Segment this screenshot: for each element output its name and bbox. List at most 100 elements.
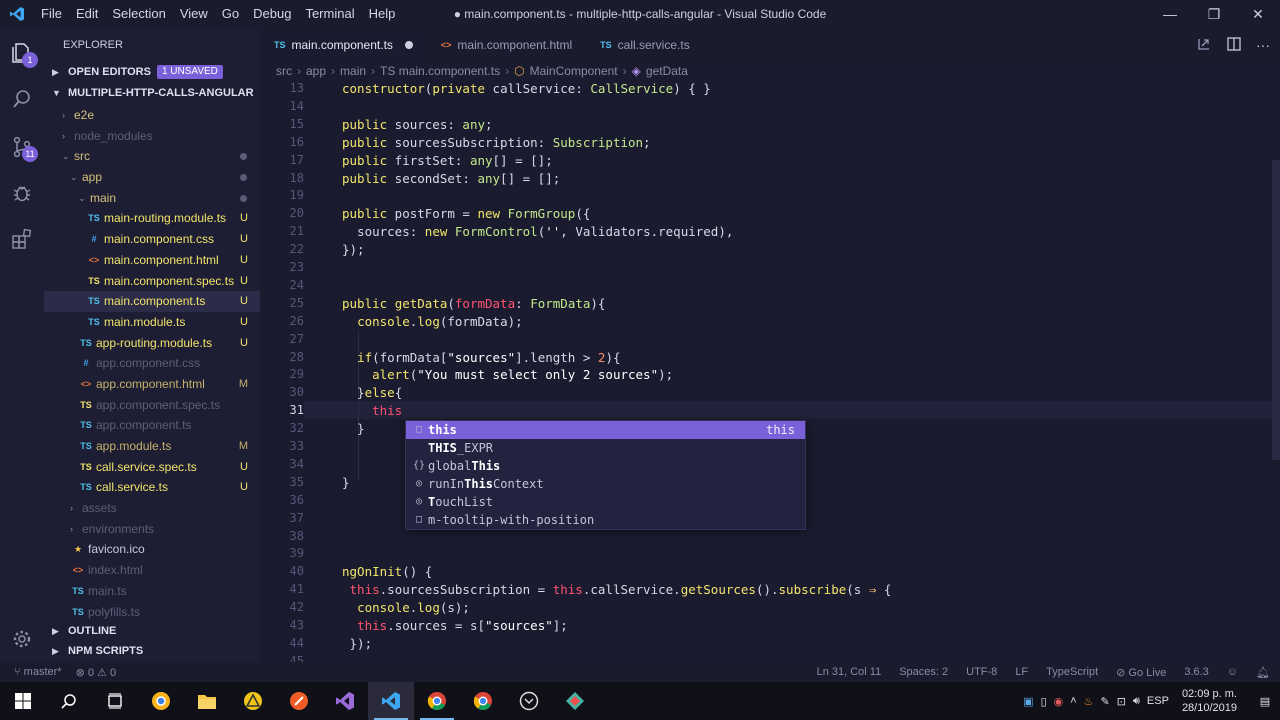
github-desktop-icon[interactable] <box>506 682 552 720</box>
tree-file[interactable]: TS app.component.ts <box>44 415 260 436</box>
tree-file[interactable]: TS main-routing.module.ts U <box>44 208 260 229</box>
tray-phone-icon[interactable]: ▯ <box>1041 695 1047 708</box>
suggestion-item[interactable]: THIS _EXPR <box>406 439 805 457</box>
menu-item-selection[interactable]: Selection <box>105 0 172 28</box>
file-explorer-icon[interactable] <box>184 682 230 720</box>
task-view-icon[interactable] <box>92 682 138 720</box>
tree-file[interactable]: TS app.module.ts M <box>44 436 260 457</box>
breadcrumb-item[interactable]: TS main.component.ts <box>380 64 500 78</box>
menu-item-help[interactable]: Help <box>362 0 403 28</box>
branch-status[interactable]: ⑂ master* <box>14 666 62 678</box>
tree-file[interactable]: TS main.component.ts U <box>44 291 260 312</box>
tray-flame-icon[interactable]: ♨ <box>1084 695 1094 708</box>
clock[interactable]: 02:09 p. m. 28/10/2019 <box>1182 687 1237 715</box>
volume-icon[interactable]: 🔊︎ <box>1133 695 1140 708</box>
settings-gear-icon[interactable] <box>0 616 44 662</box>
suggestion-item[interactable]: □ m-tooltip-with-position <box>406 511 805 529</box>
suggestion-item[interactable]: □ this this <box>406 421 805 439</box>
chrome-profile-icon[interactable] <box>460 682 506 720</box>
menu-item-go[interactable]: Go <box>215 0 246 28</box>
more-actions-icon[interactable]: ··· <box>1256 37 1270 53</box>
extensions-icon[interactable] <box>0 216 44 262</box>
vscode-taskbar-icon[interactable] <box>368 682 414 720</box>
chrome-icon[interactable] <box>414 682 460 720</box>
tree-file[interactable]: TS app-routing.module.ts U <box>44 333 260 354</box>
tree-folder[interactable]: ⌄ app <box>44 167 260 188</box>
open-editors-section[interactable]: ▶ OPEN EDITORS 1 UNSAVED <box>44 62 260 82</box>
tree-folder[interactable]: ⌄ main <box>44 188 260 209</box>
tree-file[interactable]: <> app.component.html M <box>44 374 260 395</box>
tree-file[interactable]: <> main.component.html U <box>44 250 260 271</box>
breadcrumb-item[interactable]: src <box>276 64 292 78</box>
action-center-icon[interactable]: ▤ <box>1250 695 1280 708</box>
npm-scripts-section[interactable]: ▶ NPM SCRIPTS <box>44 641 260 662</box>
minimize-button[interactable]: — <box>1148 0 1192 28</box>
tree-file[interactable]: TS call.service.ts U <box>44 477 260 498</box>
tree-file[interactable]: TS main.module.ts U <box>44 312 260 333</box>
tree-file[interactable]: # app.component.css <box>44 353 260 374</box>
tree-file[interactable]: TS main.ts <box>44 581 260 602</box>
tree-folder[interactable]: › environments <box>44 519 260 540</box>
suggestion-item[interactable]: ◎ TouchList <box>406 493 805 511</box>
tree-folder[interactable]: › e2e <box>44 105 260 126</box>
suggestion-item[interactable]: ◎ runIn This Context <box>406 475 805 493</box>
breadcrumb-item[interactable]: main <box>340 64 366 78</box>
indentation[interactable]: Spaces: 2 <box>899 666 948 678</box>
code-editor[interactable]: 13 14 15 16 17 18 19 20 21 22 23 24 25 26 27 28 29 30 31 32… <box>260 80 1280 662</box>
project-section[interactable]: ▼ MULTIPLE-HTTP-CALLS-ANGULAR <box>44 82 260 105</box>
postman-icon[interactable] <box>276 682 322 720</box>
cursor-position[interactable]: Ln 31, Col 11 <box>817 666 882 678</box>
maximize-button[interactable]: ❐ <box>1192 0 1236 28</box>
language-mode[interactable]: TypeScript <box>1046 666 1098 678</box>
network-icon[interactable]: ⊡ <box>1117 695 1126 708</box>
editor-scrollbar[interactable] <box>1272 160 1280 460</box>
split-editor-icon[interactable] <box>1226 36 1242 55</box>
tray-pen-icon[interactable]: ✎ <box>1101 695 1110 708</box>
input-language[interactable]: ESP <box>1147 695 1169 707</box>
tree-folder[interactable]: ⌄ src <box>44 146 260 167</box>
tray-sync-icon[interactable]: ◉ <box>1054 695 1064 708</box>
tray-app-icon[interactable]: ▣ <box>1023 695 1033 708</box>
editor-tab[interactable]: TS main.component.ts <box>260 28 427 62</box>
close-button[interactable]: ✕ <box>1236 0 1280 28</box>
breadcrumb-item[interactable]: app <box>306 64 326 78</box>
gitkraken-icon[interactable] <box>552 682 598 720</box>
source-control-icon[interactable]: 11 <box>0 124 44 170</box>
breadcrumb-item[interactable]: MainComponent <box>530 64 618 78</box>
menu-item-terminal[interactable]: Terminal <box>298 0 361 28</box>
menu-item-edit[interactable]: Edit <box>69 0 105 28</box>
tree-file[interactable]: TS app.component.spec.ts <box>44 395 260 416</box>
problems-status[interactable]: ⊗ 0 ⚠ 0 <box>76 666 116 679</box>
encoding[interactable]: UTF-8 <box>966 666 997 678</box>
show-hidden-icons[interactable]: ˄ <box>1070 695 1076 707</box>
tree-file[interactable]: <> index.html <box>44 560 260 581</box>
feedback-smiley-icon[interactable]: ☺ <box>1227 666 1238 678</box>
ts-version[interactable]: 3.6.3 <box>1184 666 1208 678</box>
unsaved-dot-icon[interactable] <box>404 41 413 49</box>
tree-file[interactable]: TS main.component.spec.ts U <box>44 271 260 292</box>
go-live-button[interactable]: ⊘ Go Live <box>1116 666 1166 679</box>
suggestion-item[interactable]: {} global This <box>406 457 805 475</box>
explorer-icon[interactable]: 1 <box>0 30 44 76</box>
debug-icon[interactable] <box>0 170 44 216</box>
menu-item-debug[interactable]: Debug <box>246 0 298 28</box>
tree-file[interactable]: ★ favicon.ico <box>44 539 260 560</box>
menu-item-view[interactable]: View <box>173 0 215 28</box>
editor-tab[interactable]: TS call.service.ts <box>586 28 704 62</box>
end-of-line[interactable]: LF <box>1015 666 1028 678</box>
tree-folder[interactable]: › assets <box>44 498 260 519</box>
menu-item-file[interactable]: File <box>34 0 69 28</box>
tree-file[interactable]: # main.component.css U <box>44 229 260 250</box>
tree-file[interactable]: TS call.service.spec.ts U <box>44 457 260 478</box>
triangle-app-icon[interactable] <box>230 682 276 720</box>
chrome-canary-icon[interactable] <box>138 682 184 720</box>
windows-start-icon[interactable] <box>0 682 46 720</box>
outline-section[interactable]: ▶ OUTLINE <box>44 621 260 642</box>
notifications-bell-icon[interactable]: 🔔︎ <box>1256 666 1270 679</box>
tree-file[interactable]: TS polyfills.ts <box>44 602 260 623</box>
open-changes-icon[interactable] <box>1196 36 1212 55</box>
search-icon[interactable] <box>0 76 44 122</box>
search-icon[interactable] <box>46 682 92 720</box>
breadcrumb-item[interactable]: getData <box>646 64 688 78</box>
tree-folder[interactable]: › node_modules <box>44 126 260 147</box>
